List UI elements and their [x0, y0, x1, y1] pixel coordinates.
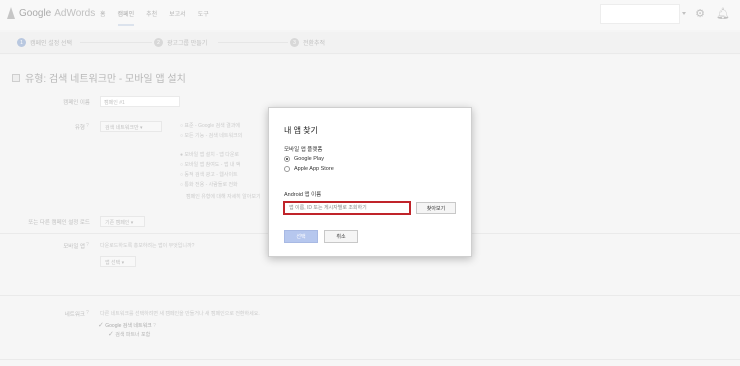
cancel-button[interactable]: 취소	[324, 230, 358, 243]
find-button[interactable]: 찾아보기	[416, 202, 456, 214]
find-my-app-dialog: 내 앱 찾기 모바일 앱 플랫폼 Google Play Apple App S…	[268, 107, 472, 257]
dialog-title: 내 앱 찾기	[284, 126, 318, 135]
app-name-field-highlight	[283, 201, 411, 215]
radio-unselected-icon[interactable]	[284, 166, 290, 172]
platform-option-google-play[interactable]: Google Play	[284, 156, 324, 162]
platform-option-app-store[interactable]: Apple App Store	[284, 166, 334, 172]
radio-selected-icon[interactable]	[284, 156, 290, 162]
platform-label: 모바일 앱 플랫폼	[284, 147, 323, 153]
app-name-label: Android 앱 이름	[284, 192, 322, 198]
app-name-input[interactable]	[285, 203, 409, 213]
select-button[interactable]: 선택	[284, 230, 318, 243]
